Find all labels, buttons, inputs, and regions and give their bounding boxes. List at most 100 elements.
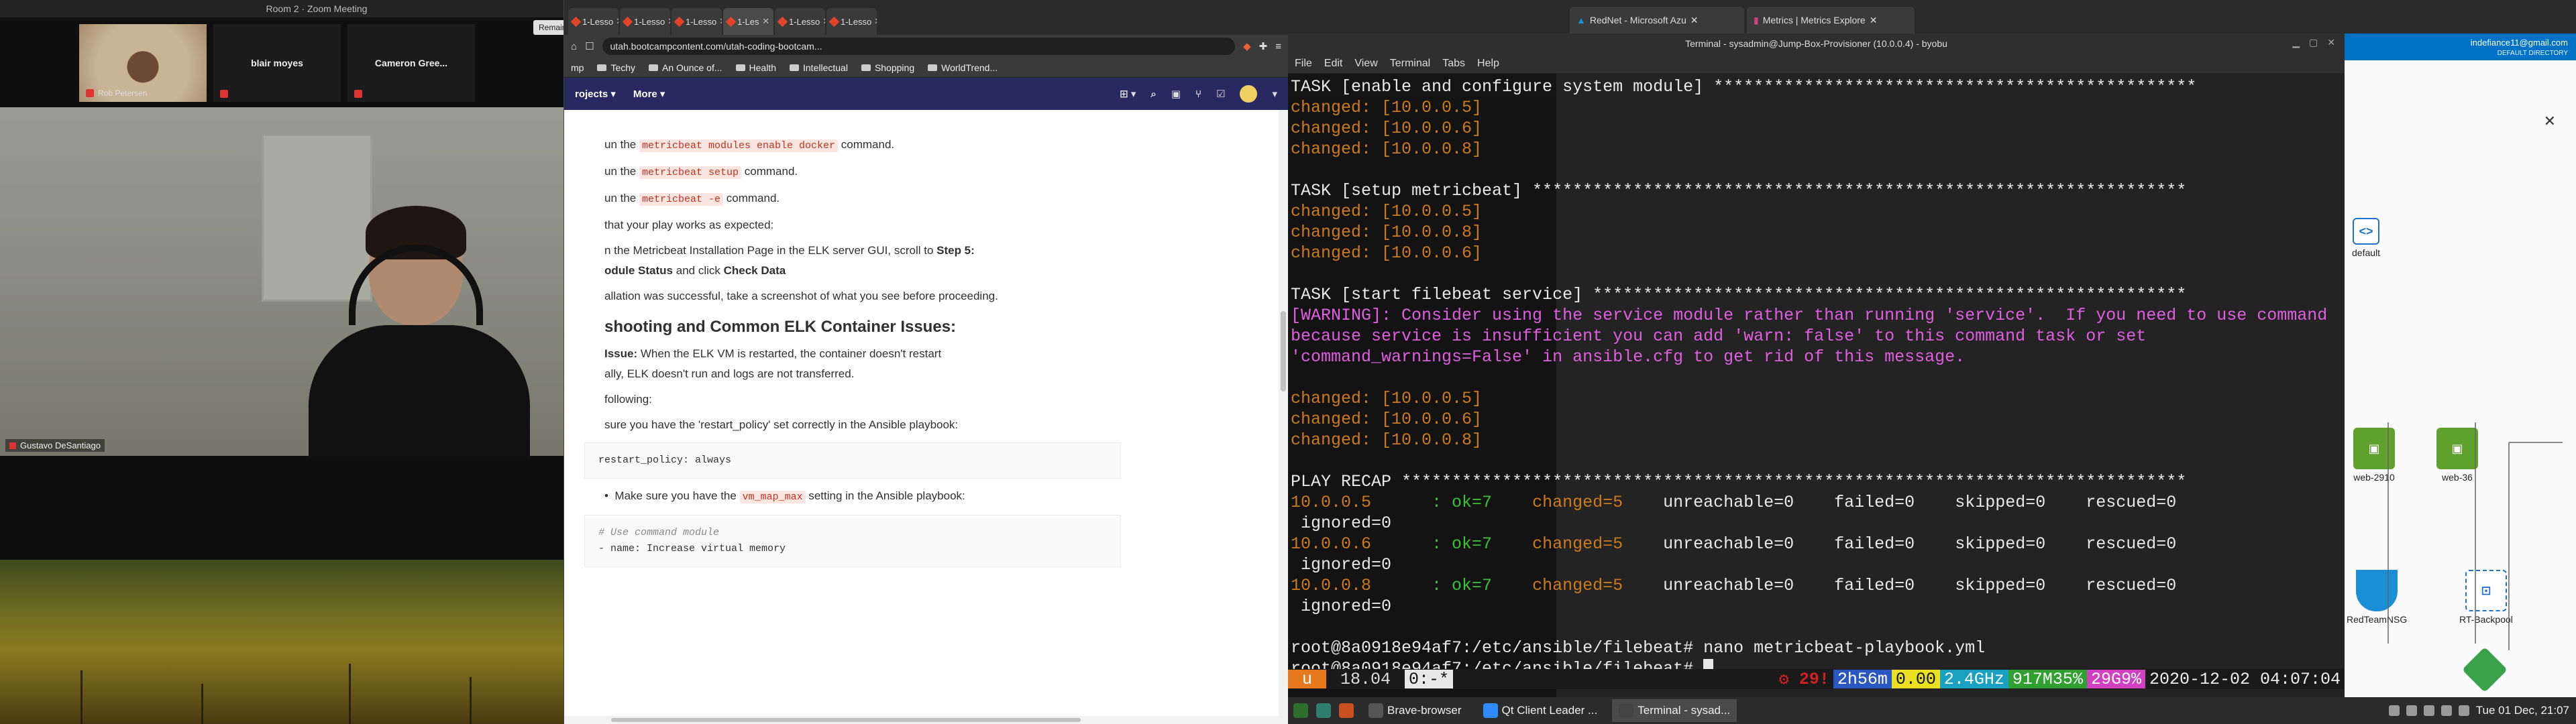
search-icon[interactable]: ⌕ (1150, 88, 1156, 100)
terminal-launcher-icon[interactable] (1316, 703, 1331, 718)
right-browser-tabbar: ▲ RedNet - Microsoft Azu ✕ ▮ Metrics | Metr… (1288, 0, 2576, 34)
terminal-line: TASK [setup metricbeat] ****************… (1291, 181, 2187, 200)
bookmark-icon[interactable]: ☐ (585, 40, 594, 52)
browser-tab-metrics[interactable]: ▮ Metrics | Metrics Explore ✕ (1747, 7, 1915, 34)
gitlab-icon (828, 16, 840, 27)
recap-row: 10.0.0.8 : ok=7 changed=5 unreachable=0 … (1291, 575, 2337, 596)
menu-help[interactable]: Help (1477, 58, 1499, 70)
todo-icon[interactable]: ☑ (1216, 88, 1225, 100)
browser-tab-active[interactable]: 1-Les ✕ (723, 8, 773, 35)
recap-changed: changed=5 (1492, 534, 1623, 554)
participant-tile-cameron[interactable]: Cameron Gree... (347, 24, 475, 102)
close-tab-icon[interactable]: ✕ (1690, 15, 1699, 26)
volume-icon[interactable] (2440, 705, 2452, 716)
recap-failed: failed=0 (1794, 493, 1915, 512)
recap-skipped: skipped=0 (1915, 534, 2046, 554)
browser-tab-azure[interactable]: ▲ RedNet - Microsoft Azu ✕ (1570, 7, 1744, 34)
chevron-down-icon[interactable]: ▾ (1272, 88, 1277, 100)
mic-muted-icon (86, 89, 94, 97)
app-launcher-icon[interactable] (1293, 703, 1308, 718)
issues-icon[interactable]: ▣ (1171, 88, 1181, 100)
close-tab-icon[interactable]: ✕ (667, 16, 670, 27)
speaker-label: Gustavo DeSantiago (5, 439, 105, 452)
terminal-line: changed: [10.0.0.6] (1291, 119, 1483, 138)
home-icon[interactable]: ⌂ (571, 41, 577, 52)
menu-tabs[interactable]: Tabs (1442, 58, 1465, 70)
participant-tile-blair[interactable]: blair moyes (213, 24, 341, 102)
browser-tab[interactable]: 1-Lesso✕ (826, 8, 877, 35)
vertical-scrollbar[interactable] (1279, 110, 1288, 716)
close-tab-icon[interactable]: ✕ (1870, 15, 1878, 26)
plus-icon[interactable]: ⊞ ▾ (1120, 88, 1136, 100)
projects-menu[interactable]: rojects ▾ (575, 88, 616, 100)
browser-tab[interactable]: 1-Lesso✕ (568, 8, 619, 35)
bookmark-folder[interactable]: Techy (597, 62, 635, 73)
recap-host: 10.0.0.6 (1291, 534, 1432, 554)
network-icon[interactable] (2423, 705, 2434, 716)
minimize-icon[interactable]: ▁ (2292, 37, 2300, 48)
merge-request-icon[interactable]: ⑂ (1195, 88, 1201, 100)
close-icon[interactable]: ✕ (2544, 113, 2556, 130)
bookmark-folder[interactable]: Health (735, 62, 776, 73)
brave-launcher-icon[interactable] (1339, 703, 1354, 718)
menu-terminal[interactable]: Terminal (1390, 58, 1430, 70)
close-tab-icon[interactable]: ✕ (822, 16, 825, 27)
menu-view[interactable]: View (1354, 58, 1377, 70)
menu-icon[interactable]: ≡ (1275, 41, 1281, 52)
bookmark-folder[interactable]: Intellectual (790, 62, 848, 73)
maximize-icon[interactable]: ▢ (2309, 37, 2318, 48)
terminal-line: changed: [10.0.0.5] (1291, 98, 1483, 117)
participant-tile-rob[interactable]: Rob Petersen (79, 24, 207, 102)
menu-file[interactable]: File (1295, 58, 1312, 70)
taskbar-item-zoom[interactable]: Qt Client Leader ... (1477, 699, 1605, 722)
diagram-node-default[interactable]: <> default (2352, 218, 2380, 258)
bookmark-folder[interactable]: Shopping (861, 62, 914, 73)
bookmark-folder[interactable]: WorldTrend... (928, 62, 998, 73)
browser-tab[interactable]: 1-Lesso✕ (672, 8, 722, 35)
window-icon (1368, 703, 1383, 718)
taskbar-item-terminal[interactable]: Terminal - sysad... (1612, 699, 1737, 722)
bookmark-item[interactable]: mp (571, 62, 584, 73)
more-menu[interactable]: More ▾ (633, 88, 665, 100)
recap-unreachable: unreachable=0 (1623, 534, 1794, 554)
close-tab-icon[interactable]: ✕ (874, 16, 877, 27)
close-tab-icon[interactable]: ✕ (719, 16, 722, 27)
brave-shield-icon[interactable]: ◆ (1243, 40, 1251, 52)
close-tab-icon[interactable]: ✕ (616, 16, 619, 27)
azure-account[interactable]: indefiance11@gmail.com DEFAULT DIRECTORY (2471, 38, 2568, 59)
extensions-icon[interactable]: ✚ (1259, 40, 1268, 52)
status-session: u (1288, 670, 1327, 689)
bullet-vm-map-max: • Make sure you have the vm_map_max sett… (604, 489, 965, 503)
address-bar-row: ⌂ ☐ utah.bootcampcontent.com/utah-coding… (564, 35, 1288, 58)
browser-tab[interactable]: 1-Lesso✕ (620, 8, 670, 35)
recap-ignored: ignored=0 (1291, 555, 1392, 575)
url-field[interactable]: utah.bootcampcontent.com/utah-coding-boo… (602, 38, 1236, 55)
terminal-line: TASK [enable and configure system module… (1291, 77, 2197, 97)
tray-icon[interactable] (2406, 705, 2417, 716)
diagram-connectors (2387, 422, 2563, 650)
terminal-output[interactable]: TASK [enable and configure system module… (1291, 76, 2337, 679)
code-block-restart: restart_policy: always (584, 442, 1121, 479)
horizontal-scrollbar[interactable] (564, 716, 1289, 724)
notification-icon[interactable] (2458, 705, 2469, 716)
bookmark-folder[interactable]: An Ounce of... (649, 62, 722, 73)
taskbar: Brave-browser Qt Client Leader ... Termi… (1288, 697, 2576, 724)
avatar[interactable] (1240, 85, 1258, 103)
close-tab-icon[interactable]: ✕ (762, 16, 769, 27)
recap-rescued: rescued=0 (2045, 493, 2177, 512)
mic-muted-icon (354, 90, 362, 98)
recap-skipped: skipped=0 (1915, 576, 2046, 595)
taskbar-item-brave[interactable]: Brave-browser (1362, 699, 1468, 722)
step-metricbeat-page: n the Metricbeat Installation Page in th… (604, 244, 975, 257)
browser-tab[interactable]: 1-Lesso✕ (775, 8, 825, 35)
step-run-e: un the metricbeat -e command. (604, 192, 780, 206)
clock[interactable]: Tue 01 Dec, 21:07 (2476, 704, 2569, 717)
close-icon[interactable]: ✕ (2327, 37, 2335, 48)
recap-changed: changed=5 (1492, 576, 1623, 595)
gitlab-icon (570, 16, 582, 27)
menu-edit[interactable]: Edit (1324, 58, 1343, 70)
byobu-status-bar: u 18.04 0:-* ⚙ 29! 2h56m 0.00 2.4GHz 917… (1288, 669, 2345, 690)
tray-icon[interactable] (2388, 705, 2400, 716)
